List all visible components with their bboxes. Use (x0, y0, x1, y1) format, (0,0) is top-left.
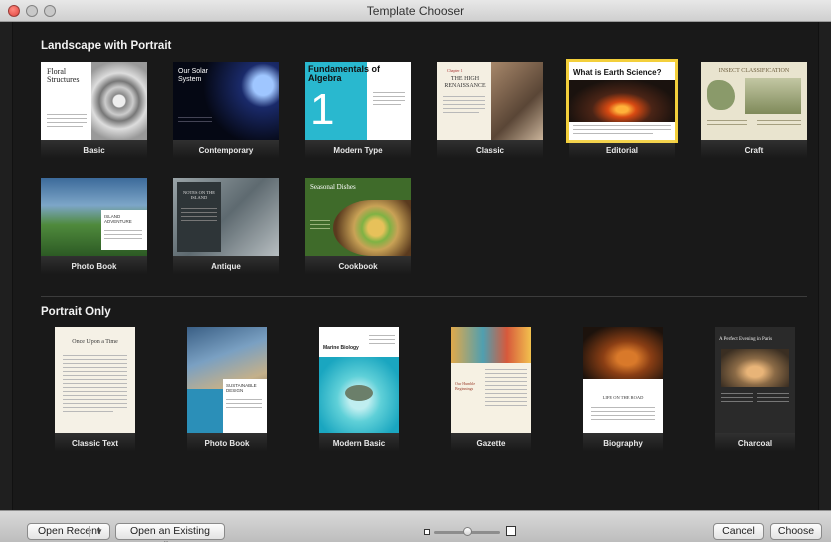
template-preview: A Perfect Evening in Paris (715, 327, 795, 433)
template-label: Basic (83, 146, 105, 155)
template-label: Modern Basic (332, 439, 386, 448)
template-gallery: Landscape with Portrait Floral Structure… (12, 22, 819, 510)
template-preview: ISLAND ADVENTURE (41, 178, 147, 256)
open-recent-dropdown[interactable]: Open Recent ▼ (27, 523, 110, 540)
template-preview: SUSTAINABLE DESIGN (187, 327, 267, 433)
choose-button[interactable]: Choose (770, 523, 822, 540)
template-label: Modern Type (333, 146, 383, 155)
template-preview: Chapter 1 THE HIGH RENAISSANCE (437, 62, 543, 140)
template-chooser-window: Template Chooser Landscape with Portrait… (0, 0, 831, 542)
window-title: Template Chooser (366, 4, 465, 18)
large-thumbnail-icon[interactable] (506, 526, 516, 536)
chevron-down-icon: ▼ (95, 527, 103, 536)
template-label: Contemporary (198, 146, 254, 155)
template-preview: LIFE ON THE ROAD (583, 327, 663, 433)
title-bar[interactable]: Template Chooser (0, 0, 831, 22)
template-preview: What is Earth Science? (566, 59, 678, 143)
open-recent-label: Open Recent (38, 525, 100, 537)
template-label: Cookbook (338, 262, 378, 271)
template-preview: Floral Structures (41, 62, 147, 140)
thumbnail-size-slider-knob[interactable] (462, 527, 472, 536)
template-preview: Our Solar System (173, 62, 279, 140)
section-title-portrait: Portrait Only (41, 306, 111, 318)
template-label: Craft (744, 146, 764, 155)
cancel-button[interactable]: Cancel (713, 523, 764, 540)
template-preview: Once Upon a Time (55, 327, 135, 433)
template-preview: INSECT CLASSIFICATION (701, 62, 807, 140)
small-thumbnail-icon[interactable] (424, 529, 430, 535)
template-label: Biography (603, 439, 643, 448)
template-label: Antique (211, 262, 241, 271)
template-label: Editorial (605, 146, 638, 155)
template-preview: NOTES ON THE ISLAND (173, 178, 279, 256)
template-label: Photo Book (71, 262, 117, 271)
template-label: Classic Text (71, 439, 119, 448)
open-existing-file-button[interactable]: Open an Existing File... (115, 523, 225, 542)
template-label: Charcoal (737, 439, 773, 448)
section-divider (41, 296, 807, 297)
template-preview: Seasonal Dishes (305, 178, 411, 256)
bottom-toolbar: Open Recent ▼ Open an Existing File... C… (0, 510, 831, 542)
template-preview: Our Humble Beginnings (451, 327, 531, 433)
template-label: Classic (475, 146, 505, 155)
section-title-landscape: Landscape with Portrait (41, 40, 172, 52)
template-preview: Marine Biology (319, 327, 399, 433)
template-label: Photo Book (204, 439, 250, 448)
template-preview: Fundamentals of Algebra 1 (305, 62, 411, 140)
template-label: Gazette (476, 439, 506, 448)
